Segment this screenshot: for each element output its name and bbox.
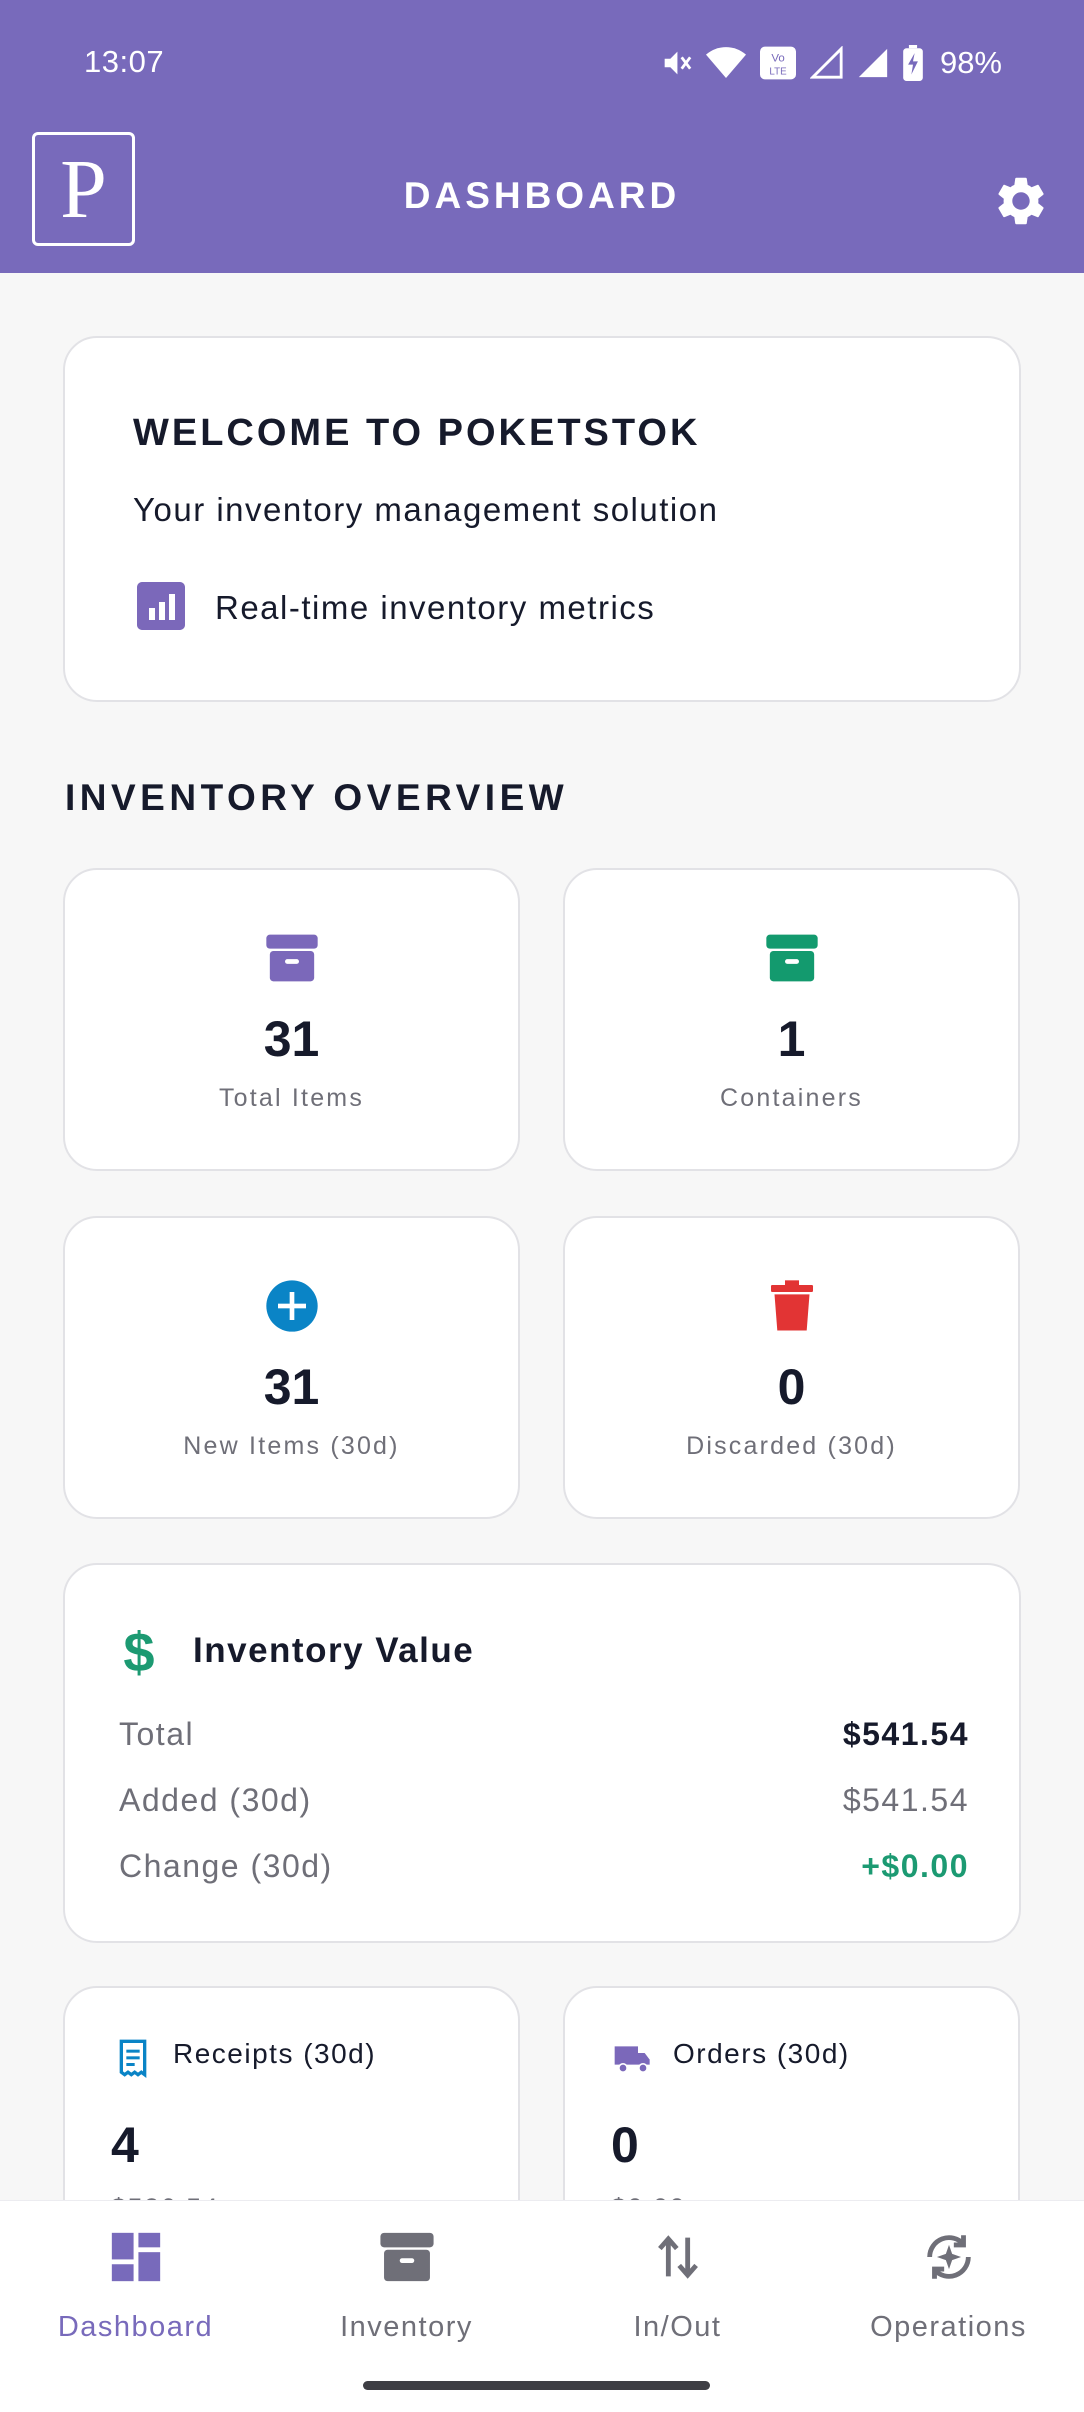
trash-icon xyxy=(770,1280,813,1331)
value-row-label: Total xyxy=(119,1715,195,1752)
operations-icon xyxy=(926,2235,971,2279)
stat-value: 0 xyxy=(777,1359,806,1415)
nav-item-inventory[interactable]: Inventory xyxy=(271,2223,542,2343)
inventory-value-title: Inventory Value xyxy=(193,1631,475,1670)
stat-card-containers[interactable]: 1 Containers xyxy=(563,868,1020,1171)
stat-value: 31 xyxy=(263,1011,320,1067)
receipts-label: Receipts (30d) xyxy=(173,2038,377,2069)
welcome-metric-label: Real-time inventory metrics xyxy=(215,589,656,626)
svg-text:$: $ xyxy=(123,1625,154,1681)
stat-label: Discarded (30d) xyxy=(686,1432,897,1460)
swap-vertical-icon xyxy=(657,2235,698,2279)
stat-card-discarded[interactable]: 0 Discarded (30d) xyxy=(563,1216,1020,1519)
stat-value: 31 xyxy=(263,1359,320,1415)
stat-label: Total Items xyxy=(218,1084,365,1112)
truck-icon xyxy=(614,2046,650,2073)
section-title: INVENTORY OVERVIEW xyxy=(65,777,569,818)
dollar-icon: $ xyxy=(123,1625,154,1681)
value-row-added: Added (30d) $541.54 xyxy=(119,1778,969,1822)
plus-circle-icon xyxy=(265,1280,318,1332)
nav-item-dashboard[interactable]: Dashboard xyxy=(0,2223,271,2343)
nav-item-in-out[interactable]: In/Out xyxy=(542,2223,813,2343)
orders-label: Orders (30d) xyxy=(673,2038,850,2069)
value-row-change: Change (30d) +$0.00 xyxy=(119,1844,969,1888)
value-row-label: Added (30d) xyxy=(119,1781,312,1818)
nav-item-operations[interactable]: Operations xyxy=(813,2223,1084,2343)
orders-count: 0 xyxy=(611,2117,639,2173)
welcome-card: WELCOME TO POKETSTOK Your inventory mana… xyxy=(63,336,1021,702)
home-indicator[interactable] xyxy=(363,2381,710,2390)
value-row-amount: $541.54 xyxy=(842,1715,969,1752)
nav-label: Dashboard xyxy=(57,2311,214,2343)
stat-value: 1 xyxy=(777,1011,806,1067)
bar-chart-icon xyxy=(137,582,185,630)
value-row-total: Total $541.54 xyxy=(119,1712,969,1756)
welcome-subtitle: Your inventory management solution xyxy=(133,491,719,528)
welcome-title: WELCOME TO POKETSTOK xyxy=(133,412,701,454)
archive-icon xyxy=(265,934,318,982)
receipts-count: 4 xyxy=(111,2117,139,2173)
nav-label: In/Out xyxy=(633,2311,722,2343)
stat-card-new-items[interactable]: 31 New Items (30d) xyxy=(63,1216,520,1519)
nav-label: Operations xyxy=(870,2311,1027,2343)
archive-icon xyxy=(379,2232,434,2282)
archive-icon xyxy=(765,934,818,982)
dashboard-icon xyxy=(111,2232,160,2282)
value-row-amount: +$0.00 xyxy=(861,1847,969,1884)
value-row-amount: $541.54 xyxy=(842,1781,969,1818)
stat-label: New Items (30d) xyxy=(183,1432,400,1460)
value-row-label: Change (30d) xyxy=(119,1847,333,1884)
stat-label: Containers xyxy=(720,1084,863,1112)
stat-card-total-items[interactable]: 31 Total Items xyxy=(63,868,520,1171)
receipt-icon xyxy=(119,2039,147,2078)
nav-label: Inventory xyxy=(340,2311,473,2343)
